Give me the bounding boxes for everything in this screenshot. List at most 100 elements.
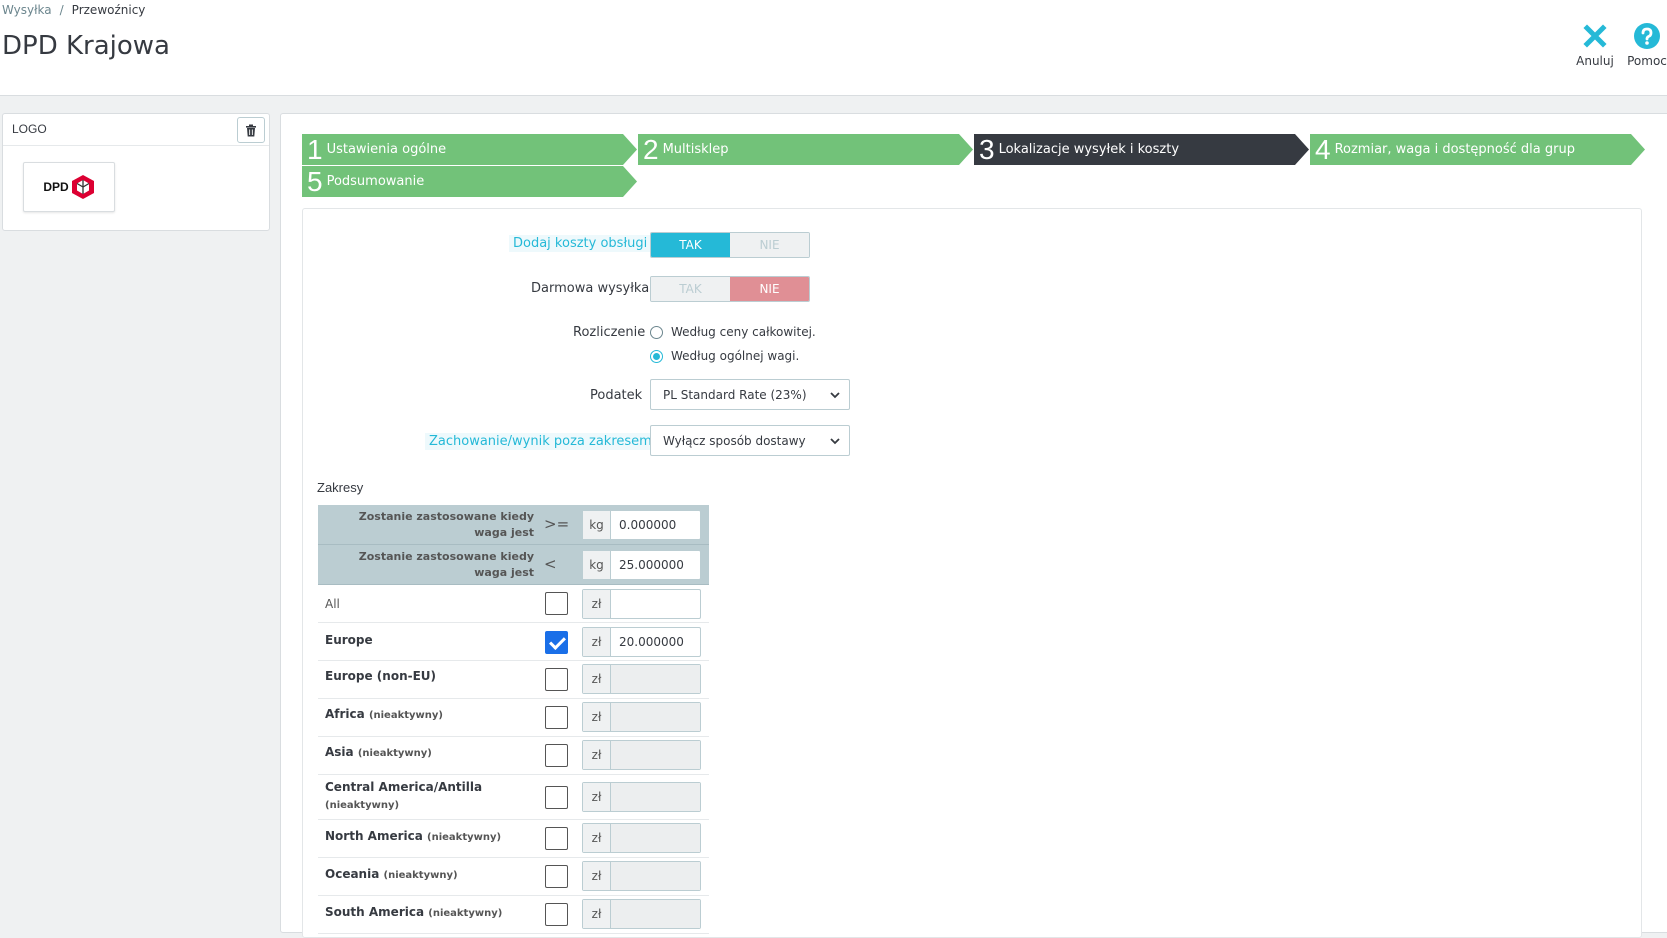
currency-unit: zł	[583, 741, 611, 769]
zone-price-input[interactable]: zł	[582, 899, 701, 929]
range-condition-label: Zostanie zastosowane kiedy waga jest	[358, 550, 534, 579]
zone-price-value[interactable]	[611, 900, 700, 928]
range-upper-input[interactable]: kg 25.000000	[582, 550, 701, 580]
page-title: DPD Krajowa	[2, 31, 170, 61]
zone-price-value[interactable]	[611, 862, 700, 890]
zone-checkbox[interactable]	[545, 786, 568, 809]
help-button[interactable]: Pomoc	[1622, 22, 1667, 68]
billing-label: Rozliczenie	[573, 325, 646, 340]
weight-unit: kg	[583, 551, 611, 579]
breadcrumb-current[interactable]: Przewoźnicy	[72, 3, 146, 17]
range-operator: >=	[544, 515, 570, 533]
zone-row-europe: Europe zł 20.000000	[318, 623, 709, 661]
range-upper-value[interactable]: 25.000000	[611, 551, 700, 579]
wizard-steps: 1 Ustawienia ogólne 2 Multisklep 3 Lokal…	[302, 134, 1642, 198]
zone-price-input[interactable]: zł	[582, 782, 701, 812]
logo-panel-title: LOGO	[12, 122, 47, 136]
zone-checkbox[interactable]	[545, 592, 568, 615]
out-of-range-select[interactable]: Wyłącz sposób dostawy	[650, 425, 850, 456]
zone-price-input[interactable]: zł	[582, 702, 701, 732]
step-5[interactable]: 5 Podsumowanie	[302, 166, 637, 197]
zone-row-north-america: North America (nieaktywny) zł	[318, 820, 709, 858]
currency-unit: zł	[583, 590, 611, 618]
billing-by-price-radio[interactable]: Według ceny całkowitej.	[650, 325, 816, 339]
cancel-button[interactable]: Anuluj	[1572, 22, 1618, 68]
inactive-tag: (nieaktywny)	[368, 710, 443, 721]
zone-row-all: All zł	[318, 585, 709, 623]
zone-row-oceania: Oceania (nieaktywny) zł	[318, 858, 709, 896]
delete-logo-button[interactable]	[237, 117, 265, 143]
logo-panel-header: LOGO	[3, 114, 269, 146]
close-icon	[1583, 24, 1607, 48]
zone-checkbox[interactable]	[545, 903, 568, 926]
step-1-label: Ustawienia ogólne	[326, 142, 447, 157]
zone-row-south-america: South America (nieaktywny) zł	[318, 896, 709, 934]
range-lower-input[interactable]: kg 0.000000	[582, 510, 701, 540]
zone-row-africa: Africa (nieaktywny) zł	[318, 699, 709, 737]
zone-checkbox[interactable]	[545, 668, 568, 691]
zone-price-value[interactable]	[611, 824, 700, 852]
zone-price-value[interactable]: 20.000000	[611, 628, 700, 656]
zone-price-value[interactable]	[611, 665, 700, 693]
step-3[interactable]: 3 Lokalizacje wysyłek i koszty	[974, 134, 1309, 165]
step-2-number: 2	[643, 133, 659, 165]
inactive-tag: (nieaktywny)	[383, 870, 458, 881]
range-operator: <	[544, 555, 557, 573]
zone-name: North America (nieaktywny)	[325, 829, 502, 843]
zone-price-input[interactable]: zł	[582, 861, 701, 891]
handling-costs-label[interactable]: Dodaj koszty obsługi	[509, 235, 652, 252]
zone-checkbox[interactable]	[545, 631, 568, 654]
breadcrumb-parent[interactable]: Wysyłka	[2, 3, 52, 17]
zone-price-input[interactable]: zł	[582, 740, 701, 770]
zone-price-input[interactable]: zł	[582, 589, 701, 619]
handling-yes-option[interactable]: TAK	[651, 233, 730, 257]
free-shipping-no-option[interactable]: NIE	[730, 277, 809, 301]
billing-by-weight-label: Według ogólnej wagi.	[671, 349, 800, 363]
step-5-number: 5	[307, 165, 323, 197]
help-label: Pomoc	[1627, 54, 1667, 68]
ranges-title: Zakresy	[317, 480, 364, 495]
cancel-label: Anuluj	[1576, 54, 1614, 68]
zone-price-input[interactable]: zł	[582, 823, 701, 853]
zone-checkbox[interactable]	[545, 744, 568, 767]
range-lower-value[interactable]: 0.000000	[611, 511, 700, 539]
inactive-tag: (nieaktywny)	[357, 748, 432, 759]
radio-checked[interactable]	[650, 349, 663, 363]
currency-unit: zł	[583, 783, 611, 811]
handling-costs-toggle[interactable]: TAK NIE	[650, 232, 810, 258]
zone-price-input[interactable]: zł 20.000000	[582, 627, 701, 657]
step-3-number: 3	[979, 133, 995, 165]
step-4[interactable]: 4 Rozmiar, waga i dostępność dla grup	[1310, 134, 1645, 165]
step-1[interactable]: 1 Ustawienia ogólne	[302, 134, 637, 165]
free-shipping-yes-option[interactable]: TAK	[651, 277, 730, 301]
zone-price-value[interactable]	[611, 590, 700, 618]
inactive-tag: (nieaktywny)	[427, 832, 502, 843]
billing-by-weight-radio[interactable]: Według ogólnej wagi.	[650, 349, 799, 363]
zone-price-value[interactable]	[611, 741, 700, 769]
tax-select[interactable]: PL Standard Rate (23%)	[650, 379, 850, 410]
currency-unit: zł	[583, 665, 611, 693]
tax-select-value: PL Standard Rate (23%)	[663, 387, 807, 402]
step-1-number: 1	[307, 133, 323, 165]
step-3-label: Lokalizacje wysyłek i koszty	[998, 142, 1180, 157]
zone-checkbox[interactable]	[545, 827, 568, 850]
free-shipping-label: Darmowa wysyłka	[531, 281, 650, 296]
out-of-range-label[interactable]: Zachowanie/wynik poza zakresem	[425, 433, 656, 450]
zone-name: Central America/Antilla (nieaktywny)	[325, 780, 483, 811]
zone-name: Africa (nieaktywny)	[325, 707, 443, 721]
radio-unchecked[interactable]	[650, 325, 663, 339]
inactive-tag: (nieaktywny)	[428, 908, 503, 919]
zone-checkbox[interactable]	[545, 706, 568, 729]
zone-price-value[interactable]	[611, 783, 700, 811]
weight-unit: kg	[583, 511, 611, 539]
zone-name: All	[325, 597, 340, 611]
currency-unit: zł	[583, 900, 611, 928]
zone-price-value[interactable]	[611, 703, 700, 731]
zone-checkbox[interactable]	[545, 865, 568, 888]
range-upper-bound-row: Zostanie zastosowane kiedy waga jest < k…	[318, 545, 709, 585]
free-shipping-toggle[interactable]: TAK NIE	[650, 276, 810, 302]
zone-name: Europe	[325, 633, 373, 647]
handling-no-option[interactable]: NIE	[730, 233, 809, 257]
zone-price-input[interactable]: zł	[582, 664, 701, 694]
step-2[interactable]: 2 Multisklep	[638, 134, 973, 165]
